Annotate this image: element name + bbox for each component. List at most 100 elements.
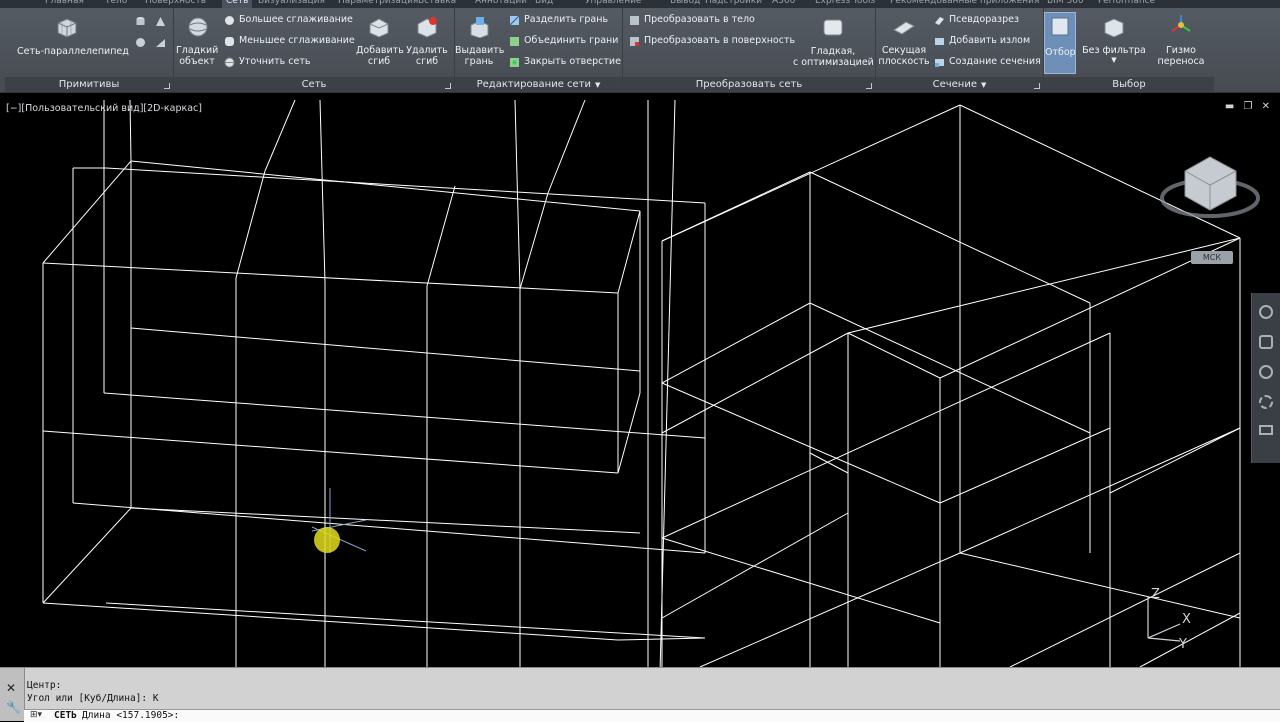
mesh-edge	[661, 332, 849, 434]
panel-title-convert-mesh: Преобразовать сеть	[623, 77, 875, 92]
restore-icon[interactable]: ❐	[1243, 101, 1252, 112]
smooth-object-icon	[188, 17, 208, 37]
mesh-edge	[42, 507, 132, 604]
mesh-edge	[959, 427, 1241, 554]
crosshair-cursor	[311, 488, 367, 553]
ribbon-tab[interactable]: Надстройки	[705, 0, 762, 8]
ribbon-tab[interactable]: Поверхность	[145, 0, 206, 8]
panel-title-selection: Выбор	[1044, 77, 1214, 92]
mesh-edge	[103, 392, 706, 439]
dropdown-arrow-icon: ▼	[1111, 56, 1117, 64]
ribbon-tab[interactable]: Вставка	[418, 0, 456, 8]
close-icon[interactable]: ✕	[6, 681, 16, 695]
ribbon-tab[interactable]: Вывод	[670, 0, 700, 8]
mesh-edge	[661, 332, 1111, 539]
extrude-face-button[interactable]: Выдавить грань	[455, 12, 504, 70]
ribbon-tab[interactable]: Аннотации	[475, 0, 527, 8]
no-filter-button[interactable]: Без фильтра ▼	[1082, 12, 1146, 72]
steering-wheel-icon[interactable]	[1259, 305, 1273, 319]
current-command-name: СЕТЬ	[54, 710, 77, 721]
panel-launcher-icon[interactable]	[1034, 83, 1040, 89]
panel-title-section[interactable]: Сечение ▼	[876, 77, 1043, 92]
move-gizmo-button[interactable]: Гизмо переноса	[1152, 12, 1210, 74]
navigation-bar[interactable]	[1251, 293, 1280, 463]
close-icon[interactable]: ✕	[1262, 101, 1270, 112]
ribbon: Сеть-параллелепипед Примитивы Гладкий об…	[0, 8, 1280, 93]
mesh-edge	[105, 167, 706, 204]
panel-launcher-icon[interactable]	[866, 83, 872, 89]
split-face-icon	[509, 15, 520, 26]
mesh-edge	[809, 302, 1091, 434]
mesh-edge	[426, 185, 456, 287]
remove-crease-button[interactable]: Удалить сгиб	[404, 12, 450, 70]
ribbon-tab[interactable]: Вид	[535, 0, 553, 8]
pseudo-section-icon	[935, 17, 944, 25]
pan-icon[interactable]	[1259, 335, 1273, 349]
wrench-icon[interactable]: 🔧	[6, 700, 21, 714]
mesh-edge	[130, 160, 641, 212]
mesh-edge	[959, 552, 1241, 619]
smooth-object-button[interactable]: Гладкий объект	[176, 12, 218, 70]
culling-icon	[1051, 17, 1069, 36]
panel-title-mesh: Сеть	[174, 77, 454, 92]
remove-crease-icon	[417, 17, 437, 38]
mesh-edge	[319, 99, 326, 284]
ribbon-tab[interactable]: A360	[772, 0, 795, 8]
drawing-viewport[interactable]: Z X Y [−][Пользовательский вид][2D-карка…	[0, 93, 1280, 667]
ribbon-tab[interactable]: Express Tools	[815, 0, 875, 8]
mesh-edge	[661, 512, 849, 619]
panel-launcher-icon[interactable]	[445, 83, 451, 89]
command-line-handle[interactable]: ✕ 🔧	[0, 668, 25, 721]
orbit-icon[interactable]	[1259, 395, 1273, 409]
mesh-box-button[interactable]: Сеть-параллелепипед	[13, 12, 129, 66]
panel-convert-mesh: Преобразовать в тело Преобразовать в пов…	[623, 8, 876, 92]
ribbon-tab[interactable]: Визуализация	[258, 0, 325, 8]
command-history-line: Центр:	[27, 680, 62, 691]
viewport-controls-label[interactable]: [−][Пользовательский вид][2D-каркас]	[6, 103, 202, 114]
viewcube[interactable]	[1160, 156, 1260, 218]
mesh-edge	[847, 332, 941, 379]
convert-solid-icon	[630, 16, 639, 25]
ribbon-tab[interactable]: Тело	[105, 0, 127, 8]
panel-title-mesh-edit[interactable]: Редактирование сети ▼	[455, 77, 622, 92]
ribbon-tab[interactable]: Управление	[585, 0, 641, 8]
mesh-edge	[42, 430, 619, 474]
wcs-menu-badge[interactable]: МСК	[1191, 251, 1233, 264]
mesh-edge	[1109, 427, 1241, 494]
panel-mesh-edit: Выдавить грань Разделить грань Объединит…	[455, 8, 623, 92]
section-plane-button[interactable]: Секущая плоскость	[878, 12, 930, 70]
showmotion-icon[interactable]	[1259, 425, 1273, 435]
mesh-edge	[130, 327, 641, 372]
ribbon-tab[interactable]: Главная	[45, 0, 84, 8]
ribbon-tab[interactable]: Параметризация	[338, 0, 418, 8]
ribbon-tab[interactable]: Performance	[1098, 0, 1155, 8]
dropdown-arrow-icon: ▼	[981, 81, 987, 89]
viewport-window-controls: ▬ ❐ ✕	[1219, 101, 1270, 112]
panel-selection: Отбор Без фильтра ▼ Гизмо переноса Выбор	[1044, 8, 1214, 92]
mesh-edge	[42, 602, 619, 641]
mesh-cylinder-icon[interactable]	[135, 16, 146, 27]
mesh-edge	[42, 160, 132, 264]
smooth-optimized-button[interactable]: Гладкая, с оптимизацией	[793, 12, 874, 72]
ribbon-tab[interactable]: BIM 360	[1047, 0, 1084, 8]
panel-launcher-icon[interactable]	[164, 83, 170, 89]
mesh-sphere-icon[interactable]	[135, 37, 146, 48]
minimize-icon[interactable]: ▬	[1225, 101, 1234, 112]
mesh-edge	[72, 502, 706, 554]
mesh-cone-icon[interactable]	[155, 16, 166, 27]
add-jog-icon	[935, 38, 944, 45]
mesh-wedge-icon[interactable]	[155, 37, 166, 48]
command-line: ✕ 🔧 Центр: Угол или [Куб/Длина]: К ⊞▾ СЕ…	[0, 667, 1280, 722]
mesh-edge	[264, 99, 296, 172]
mesh-box-label: Сеть-параллелепипед	[17, 46, 129, 57]
refine-icon	[224, 57, 235, 68]
zoom-icon[interactable]	[1259, 365, 1273, 379]
add-crease-button[interactable]: Добавить сгиб	[356, 12, 404, 70]
panel-title-primitives[interactable]: Примитивы	[5, 77, 173, 92]
command-input[interactable]: ⊞▾ СЕТЬ Длина <157.1905>:	[24, 709, 1280, 722]
ribbon-tab[interactable]: Рекомендованные приложения	[890, 0, 1039, 8]
ribbon-tab[interactable]: Сеть	[222, 0, 253, 8]
mesh-edge	[130, 507, 641, 534]
culling-button[interactable]: Отбор	[1044, 12, 1076, 74]
move-gizmo-icon	[1171, 15, 1191, 32]
